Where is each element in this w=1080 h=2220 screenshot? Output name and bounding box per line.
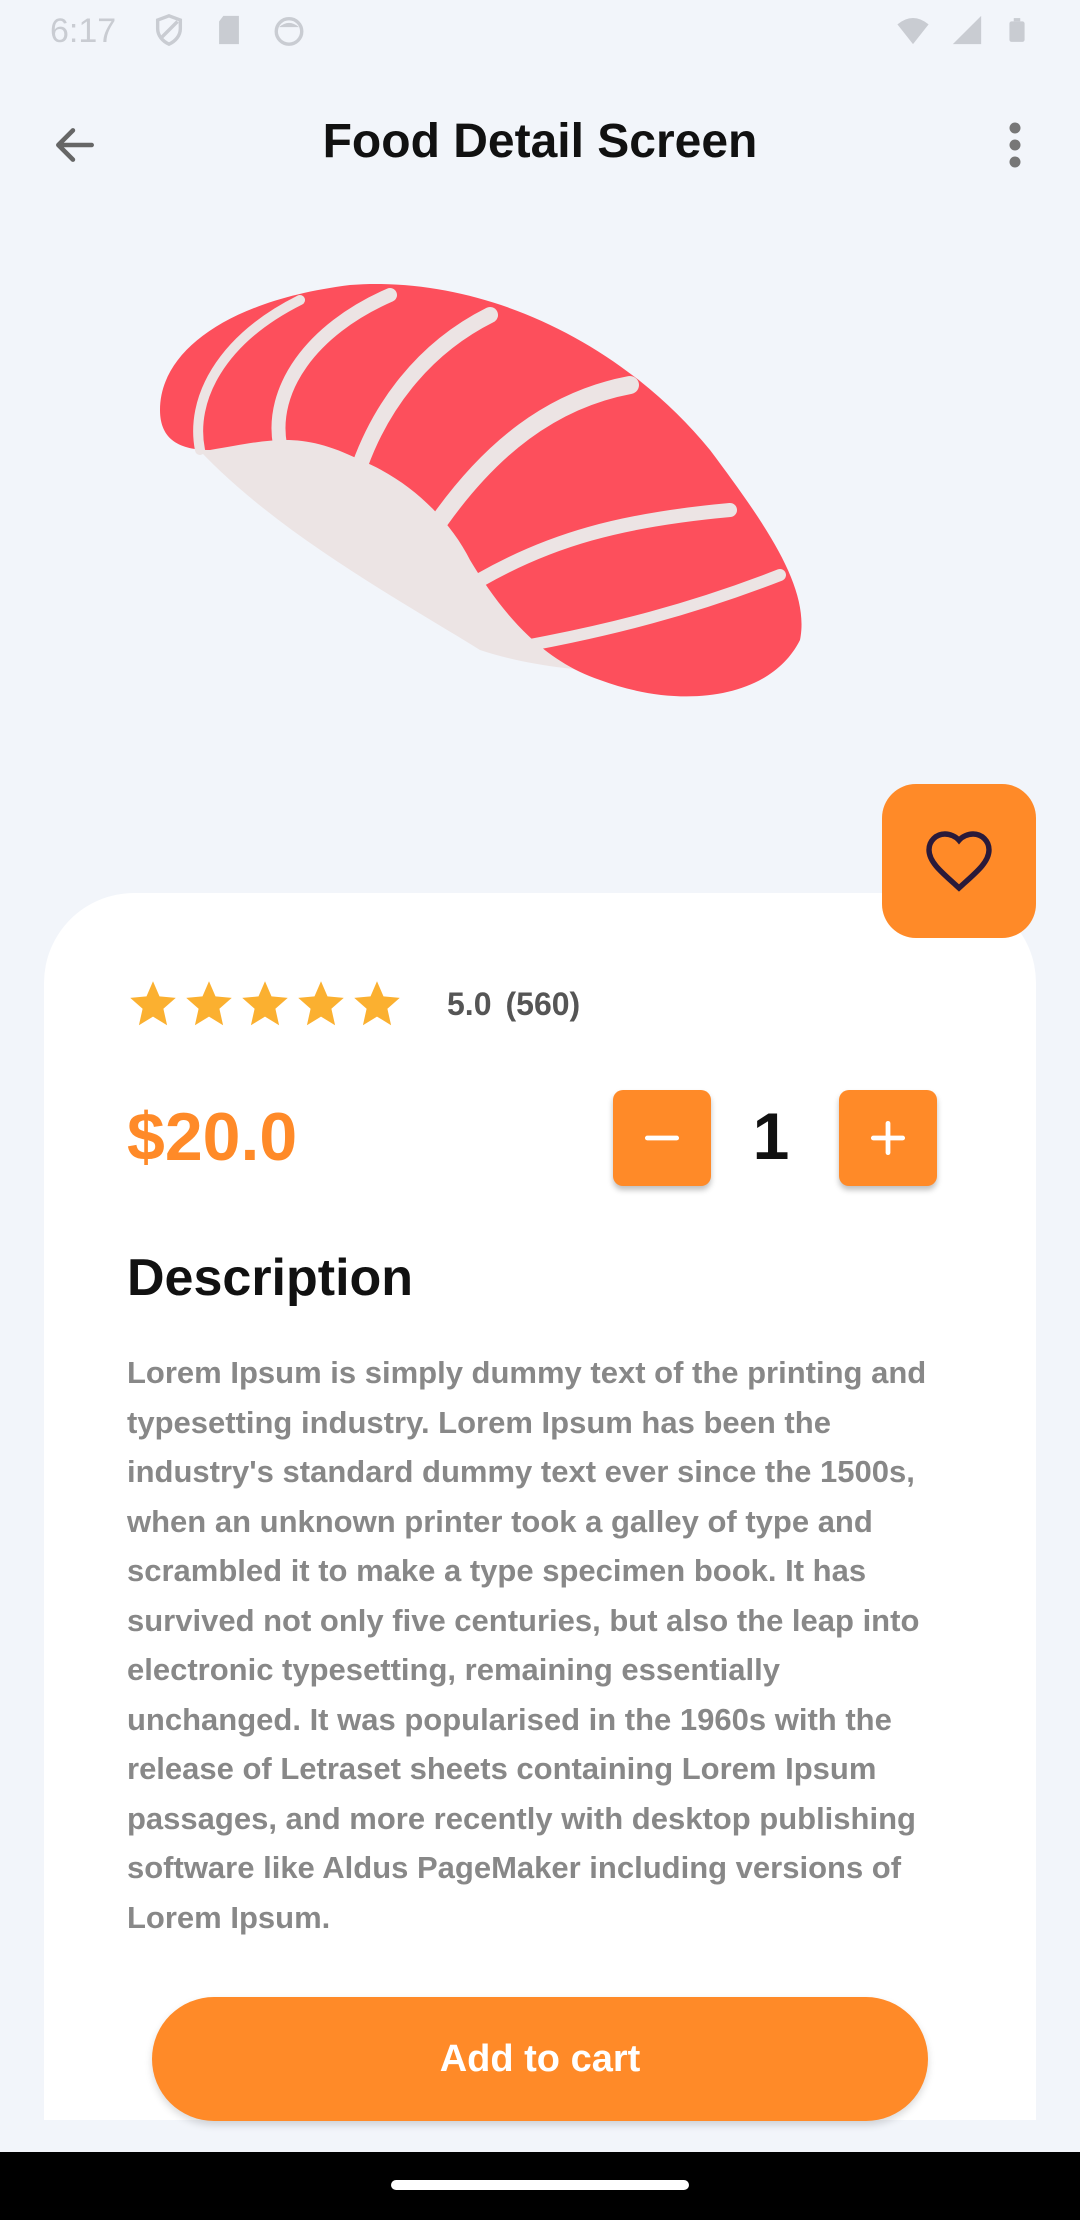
star-icon: [298, 981, 344, 1026]
quantity-value: 1: [752, 1099, 790, 1173]
star-icon: [186, 981, 232, 1026]
more-options-button[interactable]: [990, 110, 1040, 180]
shield-icon: [155, 14, 183, 47]
rating-count: (560): [505, 985, 581, 1022]
increase-quantity-button[interactable]: [839, 1090, 937, 1186]
battery-icon: [1009, 18, 1025, 42]
sushi-image: [160, 283, 802, 697]
rating-value: 5.0: [447, 985, 492, 1022]
face-icon: [274, 16, 304, 46]
system-nav-bar: [0, 2152, 1080, 2220]
home-indicator[interactable]: [391, 2180, 689, 2190]
star-icon: [354, 981, 400, 1026]
status-time: 6:17: [50, 12, 117, 50]
rating-row: 5.0 (560): [127, 978, 580, 1030]
decrease-quantity-button[interactable]: [613, 1090, 711, 1186]
app-bar: Food Detail Screen: [0, 100, 1080, 186]
sd-card-icon: [219, 15, 239, 45]
description-text: Lorem Ipsum is simply dummy text of the …: [127, 1355, 927, 1935]
wifi-icon: [897, 17, 929, 45]
add-to-cart-button[interactable]: Add to cart: [152, 1997, 928, 2121]
page-title: Food Detail Screen: [322, 115, 758, 168]
minus-icon: [644, 1135, 680, 1141]
favorite-button[interactable]: [882, 784, 1036, 938]
star-icon: [130, 981, 176, 1026]
plus-icon: [870, 1120, 906, 1156]
price: $20.0: [127, 1099, 298, 1175]
more-vertical-icon: [1009, 122, 1021, 168]
heart-outline-icon: [926, 831, 992, 892]
signal-icon: [952, 15, 982, 45]
description-title: Description: [127, 1249, 414, 1307]
rating-stars: [127, 978, 403, 1030]
status-bar: 6:17: [0, 0, 1080, 64]
star-icon: [242, 981, 288, 1026]
